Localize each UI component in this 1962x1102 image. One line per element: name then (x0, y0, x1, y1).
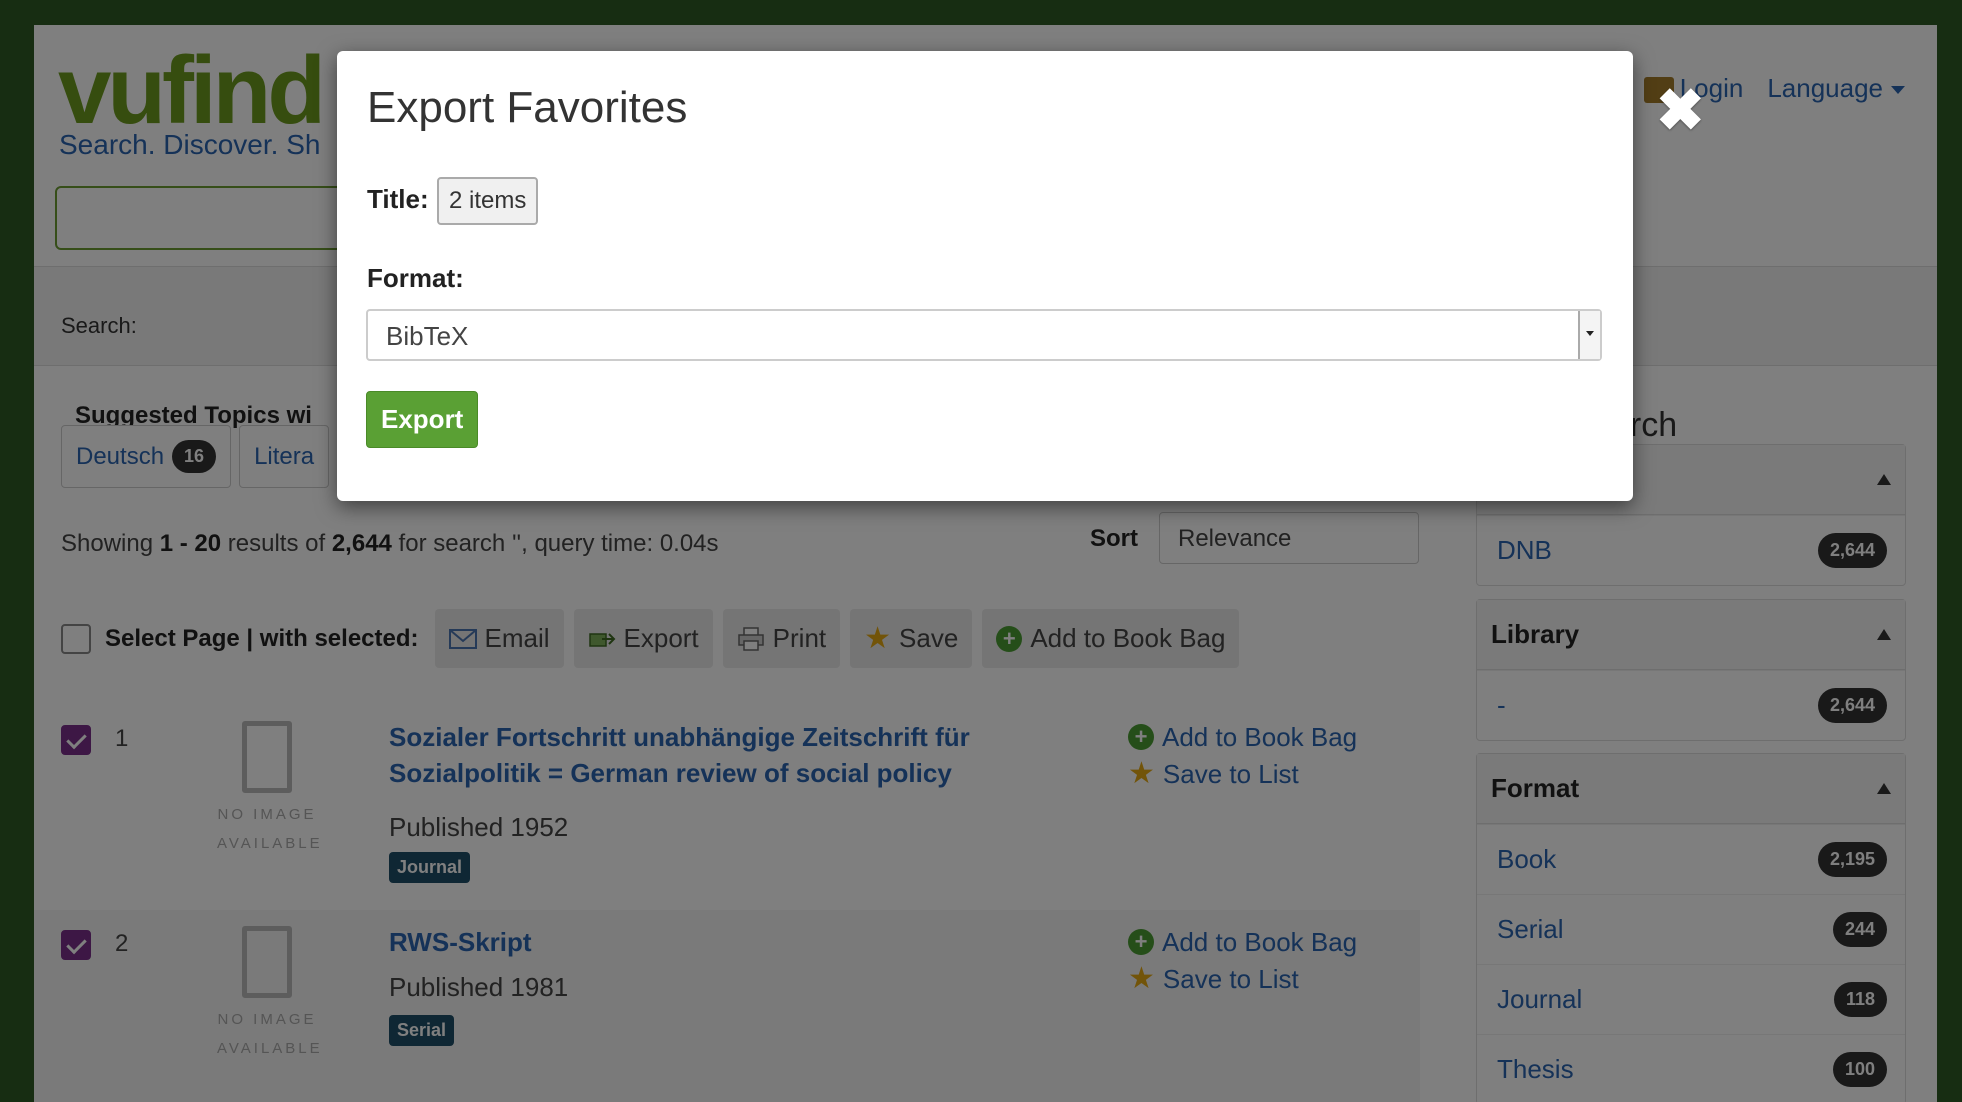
format-select-value: BibTeX (386, 321, 469, 351)
close-icon[interactable]: ✖ (1656, 82, 1705, 140)
format-label: Format: (367, 263, 464, 293)
title-value-box: 2 items (437, 177, 539, 225)
modal-title: Export Favorites (367, 83, 688, 132)
export-submit-button[interactable]: Export (366, 391, 479, 448)
format-select[interactable]: BibTeX (366, 309, 1602, 361)
title-label: Title: (367, 184, 429, 214)
dropdown-arrow-icon (1578, 311, 1600, 359)
export-favorites-modal: Export Favorites Title: 2 items Format: … (337, 51, 1633, 501)
